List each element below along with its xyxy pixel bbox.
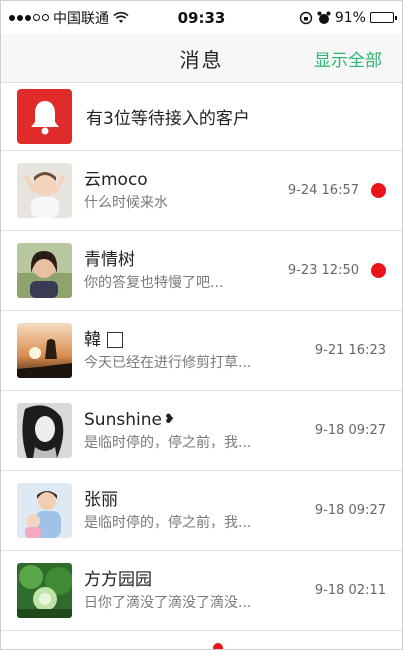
- avatar: [17, 483, 72, 538]
- alarm-icon: [317, 11, 331, 24]
- conversation-meta: 9-18 09:27: [315, 503, 386, 518]
- message-preview: 日你了滴没了滴没了滴没...: [84, 594, 252, 611]
- conversation-row[interactable]: 云moco 什么时候来水 9-24 16:57: [1, 151, 402, 231]
- waiting-customers-label: 有3位等待接入的客户: [86, 109, 250, 129]
- contact-name: 韓: [84, 329, 101, 350]
- avatar: [17, 403, 72, 458]
- battery-icon: [369, 12, 397, 23]
- conversation-text: 方方园园 日你了滴没了滴没了滴没...: [84, 568, 315, 614]
- contact-name: Sunshine: [84, 409, 162, 430]
- conversation-text: 韓 今天已经在进行修剪打草...: [84, 328, 315, 374]
- status-bar: 中国联通 09:33 91%: [1, 1, 402, 34]
- wifi-icon: [113, 11, 129, 23]
- conversation-text: 张丽 是临时停的，停之前，我...: [84, 488, 315, 534]
- contact-name: 方方园园: [84, 569, 152, 590]
- conversation-row[interactable]: 张丽 是临时停的，停之前，我... 9-18 09:27: [1, 471, 402, 551]
- avatar: [17, 243, 72, 298]
- message-preview: 今天已经在进行修剪打草...: [84, 354, 252, 371]
- page-title: 消息: [179, 47, 224, 72]
- timestamp: 9-23 12:50: [287, 263, 359, 278]
- tab-badge-dot: [213, 643, 223, 649]
- status-left: 中国联通: [9, 8, 137, 28]
- conversation-meta: 9-18 02:11: [315, 583, 386, 598]
- placeholder-box-icon: [107, 331, 123, 348]
- conversation-text: Sunshine ❥ 是临时停的，停之前，我...: [84, 408, 315, 454]
- timestamp: 9-24 16:57: [287, 183, 359, 198]
- avatar: [17, 563, 72, 618]
- conversation-row[interactable]: Sunshine ❥ 是临时停的，停之前，我... 9-18 09:27: [1, 391, 402, 471]
- contact-name-line: 韓: [84, 328, 315, 352]
- avatar: [17, 323, 72, 378]
- message-preview: 是临时停的，停之前，我...: [84, 434, 252, 451]
- timestamp: 9-18 09:27: [314, 503, 386, 518]
- status-time: 09:33: [177, 8, 226, 27]
- message-preview: 什么时候来水: [84, 194, 168, 211]
- contact-name: 张丽: [84, 489, 118, 510]
- carrier-label: 中国联通: [53, 10, 109, 27]
- orientation-lock-icon: [299, 11, 313, 24]
- battery-percent: 91%: [334, 9, 366, 26]
- timestamp: 9-21 16:23: [314, 343, 386, 358]
- conversation-text: 青情树 你的答复也特慢了吧...: [84, 248, 288, 294]
- heart-icon: ❥: [163, 411, 175, 427]
- contact-name: 云moco: [84, 169, 148, 190]
- conversation-row[interactable]: 韓 今天已经在进行修剪打草... 9-21 16:23: [1, 311, 402, 391]
- nav-bar: 消息 显示全部: [1, 34, 402, 83]
- phone-screen: 中国联通 09:33 91% 消息 显示全部 有3位等待接入的客户 云moco …: [0, 0, 403, 650]
- avatar: [17, 163, 72, 218]
- timestamp: 9-18 02:11: [314, 583, 386, 598]
- conversation-meta: 9-21 16:23: [315, 343, 386, 358]
- contact-name-line: Sunshine ❥: [84, 408, 315, 432]
- unread-dot: [371, 183, 386, 198]
- show-all-button[interactable]: 显示全部: [314, 46, 382, 71]
- contact-name: 青情树: [84, 249, 135, 270]
- unread-dot: [371, 263, 386, 278]
- message-preview: 你的答复也特慢了吧...: [84, 274, 224, 291]
- timestamp: 9-18 09:27: [314, 423, 386, 438]
- waiting-customers-row[interactable]: 有3位等待接入的客户: [1, 83, 402, 151]
- conversation-row[interactable]: 青情树 你的答复也特慢了吧... 9-23 12:50: [1, 231, 402, 311]
- signal-icon: [9, 14, 49, 21]
- conversation-row[interactable]: 方方园园 日你了滴没了滴没了滴没... 9-18 02:11: [1, 551, 402, 631]
- conversation-meta: 9-18 09:27: [315, 423, 386, 438]
- message-preview: 是临时停的，停之前，我...: [84, 514, 252, 531]
- conversation-meta: 9-23 12:50: [288, 263, 386, 278]
- bell-icon: [17, 89, 72, 144]
- conversation-list: 云moco 什么时候来水 9-24 16:57 青情树 你的答复也特慢了吧...…: [1, 151, 402, 631]
- status-right: 91%: [266, 9, 397, 26]
- conversation-text: 云moco 什么时候来水: [84, 168, 288, 214]
- conversation-meta: 9-24 16:57: [288, 183, 386, 198]
